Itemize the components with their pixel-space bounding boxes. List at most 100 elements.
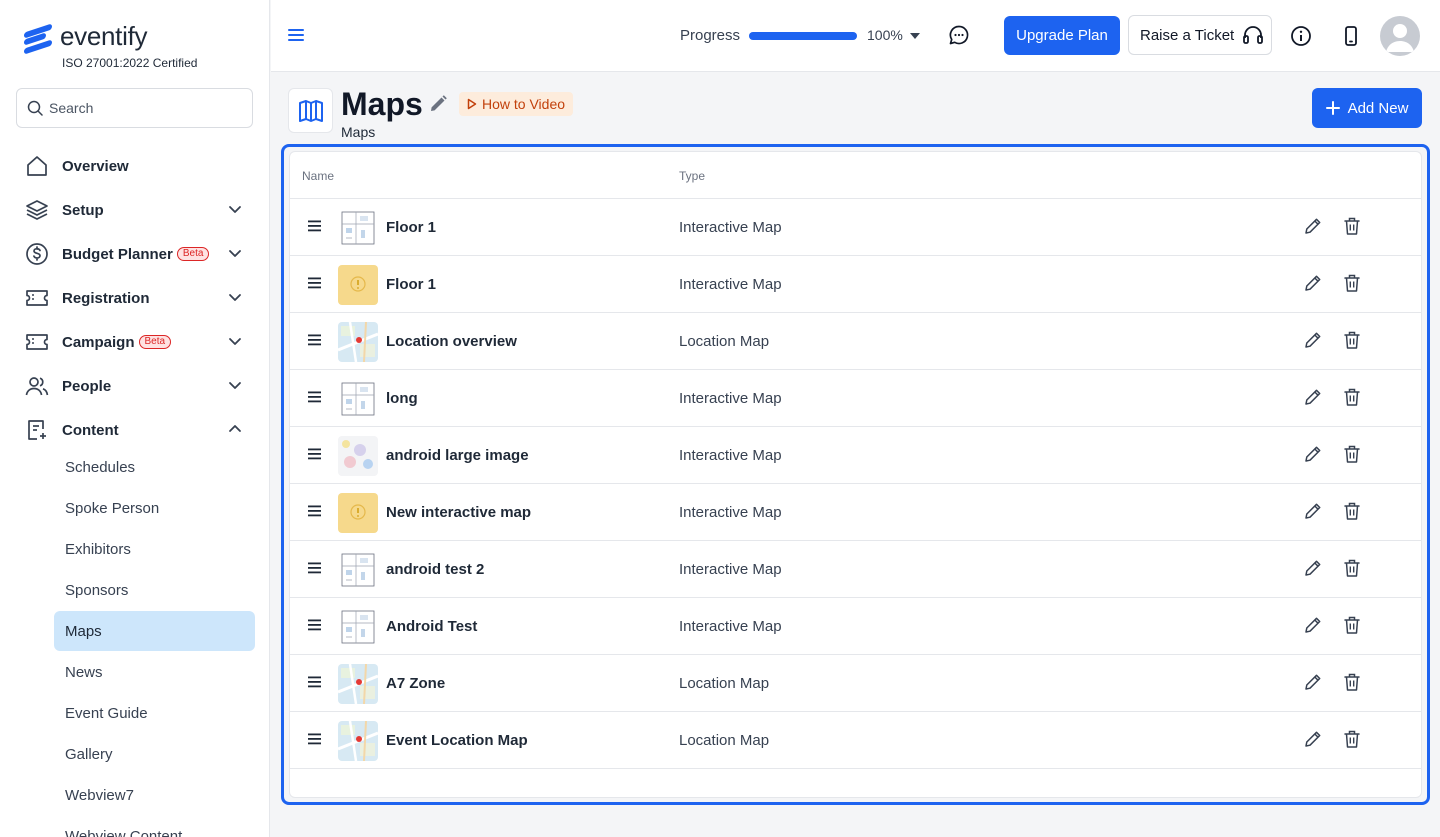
brand[interactable]: eventify — [22, 21, 148, 55]
add-new-label: Add New — [1347, 99, 1409, 117]
map-name: android large image — [386, 447, 529, 464]
table-row[interactable]: Floor 1 Interactive Map — [290, 256, 1421, 313]
edit-pencil-icon[interactable] — [1303, 216, 1323, 236]
sidebar-subitem-spoke-person[interactable]: Spoke Person — [54, 488, 255, 528]
table-row[interactable]: Floor 1 Interactive Map — [290, 199, 1421, 256]
warning-thumbnail — [338, 265, 378, 305]
sidebar-item-setup[interactable]: Setup — [24, 195, 246, 225]
search-icon — [27, 100, 43, 116]
mobile-phone-icon[interactable] — [1340, 25, 1362, 47]
edit-pencil-icon[interactable] — [1303, 672, 1323, 692]
trash-icon[interactable] — [1343, 558, 1361, 578]
sidebar-subitem-maps[interactable]: Maps — [54, 611, 255, 651]
edit-pencil-icon[interactable] — [1303, 501, 1323, 521]
sidebar-subitem-exhibitors[interactable]: Exhibitors — [54, 529, 255, 569]
table-header: Name Type — [290, 152, 1421, 199]
sidebar-subitem-gallery[interactable]: Gallery — [54, 734, 255, 774]
drag-handle-icon[interactable] — [308, 277, 322, 289]
chat-icon[interactable] — [948, 24, 970, 46]
blurred-image-thumbnail — [338, 436, 378, 476]
edit-pencil-icon[interactable] — [1303, 330, 1323, 350]
table-row[interactable]: Location overview Location Map — [290, 313, 1421, 370]
drag-handle-icon[interactable] — [308, 562, 322, 574]
sidebar-item-content[interactable]: Content — [24, 415, 246, 445]
play-icon — [467, 98, 477, 110]
drag-handle-icon[interactable] — [308, 619, 322, 631]
search-input[interactable] — [49, 100, 239, 116]
table-row[interactable]: Event Location Map Location Map — [290, 712, 1421, 769]
location-map-thumbnail — [338, 322, 378, 362]
raise-ticket-button[interactable]: Raise a Ticket — [1128, 15, 1272, 55]
sidebar-item-registration[interactable]: Registration — [24, 283, 246, 313]
drag-handle-icon[interactable] — [308, 733, 322, 745]
maps-page-icon — [288, 88, 333, 133]
sidebar-subitem-news[interactable]: News — [54, 652, 255, 692]
sidebar-item-campaign[interactable]: Campaign Beta — [24, 327, 246, 357]
chevron-down-icon — [229, 338, 241, 345]
info-icon[interactable] — [1290, 25, 1312, 47]
trash-icon[interactable] — [1343, 444, 1361, 464]
edit-pencil-icon[interactable] — [1303, 273, 1323, 293]
sidebar-item-people[interactable]: People — [24, 371, 246, 401]
edit-pencil-icon[interactable] — [1303, 558, 1323, 578]
column-header-type: Type — [679, 169, 706, 183]
sidebar-subitem-event-guide[interactable]: Event Guide — [54, 693, 255, 733]
sidebar-subitem-webview-content[interactable]: Webview Content — [54, 816, 255, 837]
trash-icon[interactable] — [1343, 387, 1361, 407]
map-name: Android Test — [386, 618, 478, 635]
table-row[interactable]: long Interactive Map — [290, 370, 1421, 427]
trash-icon[interactable] — [1343, 501, 1361, 521]
avatar[interactable] — [1380, 16, 1420, 56]
column-header-name: Name — [302, 169, 335, 183]
edit-pencil-icon[interactable] — [1303, 444, 1323, 464]
brand-name: eventify — [60, 21, 148, 51]
sidebar-subitem-webview7[interactable]: Webview7 — [54, 775, 255, 815]
add-new-button[interactable]: Add New — [1312, 88, 1422, 128]
how-to-video-button[interactable]: How to Video — [459, 92, 574, 116]
page-title: Maps — [341, 86, 423, 122]
map-name: New interactive map — [386, 504, 532, 521]
map-type: Location Map — [679, 732, 770, 749]
user-icon — [1386, 24, 1414, 52]
map-thumbnail — [338, 436, 378, 476]
drag-handle-icon[interactable] — [308, 391, 322, 403]
sidebar-item-budget-planner[interactable]: Budget Planner Beta — [24, 239, 246, 269]
location-map-thumbnail — [338, 664, 378, 704]
sidebar-subitem-schedules[interactable]: Schedules — [54, 447, 255, 487]
edit-title-pencil-icon[interactable] — [428, 94, 448, 114]
sidebar-item-overview[interactable]: Overview — [24, 151, 246, 181]
table-row[interactable]: A7 Zone Location Map — [290, 655, 1421, 712]
edit-pencil-icon[interactable] — [1303, 729, 1323, 749]
drag-handle-icon[interactable] — [308, 676, 322, 688]
edit-pencil-icon[interactable] — [1303, 387, 1323, 407]
map-thumbnail — [338, 607, 378, 647]
upgrade-plan-button[interactable]: Upgrade Plan — [1004, 16, 1120, 55]
sidebar-subitem-sponsors[interactable]: Sponsors — [54, 570, 255, 610]
map-type: Interactive Map — [679, 390, 782, 407]
trash-icon[interactable] — [1343, 216, 1361, 236]
chevron-down-icon — [229, 206, 241, 213]
map-type: Interactive Map — [679, 447, 782, 464]
drag-handle-icon[interactable] — [308, 448, 322, 460]
table-row[interactable]: android large image Interactive Map — [290, 427, 1421, 484]
caret-down-icon[interactable] — [910, 33, 920, 39]
table-row[interactable]: android test 2 Interactive Map — [290, 541, 1421, 598]
table-row[interactable]: New interactive map Interactive Map — [290, 484, 1421, 541]
sidebar-item-label: Content — [62, 421, 119, 439]
menu-icon[interactable] — [287, 27, 305, 43]
trash-icon[interactable] — [1343, 330, 1361, 350]
trash-icon[interactable] — [1343, 615, 1361, 635]
trash-icon[interactable] — [1343, 672, 1361, 692]
edit-pencil-icon[interactable] — [1303, 615, 1323, 635]
map-name: Floor 1 — [386, 219, 437, 236]
sidebar-item-label: Registration — [62, 289, 150, 307]
sidebar-item-label: Overview — [62, 157, 129, 175]
drag-handle-icon[interactable] — [308, 220, 322, 232]
map-thumbnail — [338, 721, 378, 761]
drag-handle-icon[interactable] — [308, 505, 322, 517]
trash-icon[interactable] — [1343, 729, 1361, 749]
table-row[interactable]: Android Test Interactive Map — [290, 598, 1421, 655]
map-type: Location Map — [679, 333, 770, 350]
drag-handle-icon[interactable] — [308, 334, 322, 346]
trash-icon[interactable] — [1343, 273, 1361, 293]
